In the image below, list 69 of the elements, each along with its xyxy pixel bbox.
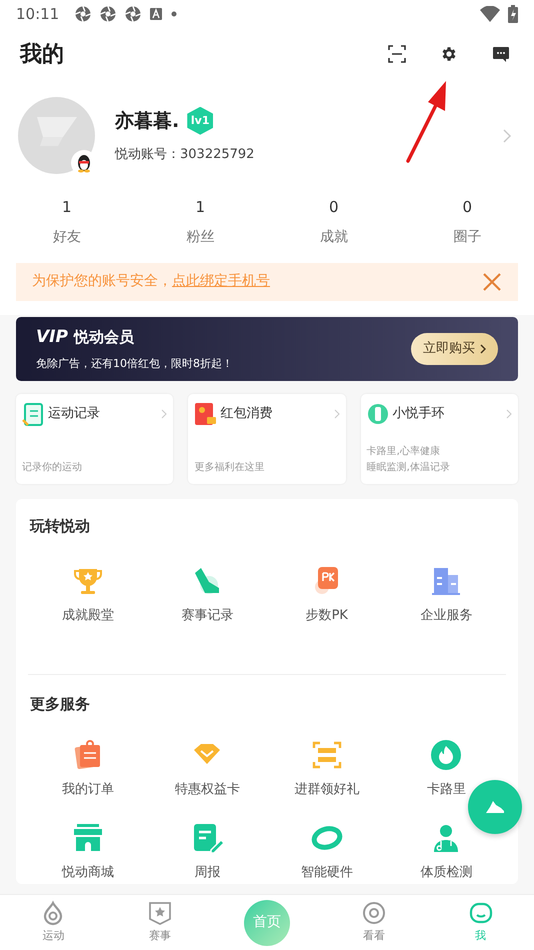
card-title: 运动记录 <box>48 404 100 423</box>
section-title: 更多服务 <box>29 694 91 714</box>
app-notification-icon <box>100 6 116 22</box>
wifi-icon <box>480 6 500 22</box>
stat-value[interactable]: 1 <box>195 196 206 218</box>
level-badge: lv1 <box>187 106 214 135</box>
close-icon[interactable] <box>482 272 502 292</box>
stat-value[interactable]: 1 <box>62 196 72 218</box>
vip-label: VIP <box>36 326 68 348</box>
service-label[interactable]: 赛事记录 <box>181 606 234 626</box>
service-label[interactable]: 进群领好礼 <box>294 780 360 800</box>
section-title: 玩转悦动 <box>28 516 91 536</box>
chevron-right-icon <box>161 408 168 418</box>
card-subtitle: 睡眠监测,体温记录 <box>366 460 451 474</box>
feature-card[interactable]: 红包消费 更多福利在这里 <box>188 394 346 484</box>
buy-now-button[interactable]: 立即购买 <box>411 332 498 364</box>
nav-tab[interactable]: 赛事 <box>106 895 214 950</box>
notice-text: 为保护您的账号安全，点此绑定手机号 <box>32 272 270 291</box>
service-label[interactable]: 特惠权益卡 <box>174 780 240 800</box>
service-label[interactable]: 卡路里 <box>426 780 466 800</box>
stat-value[interactable]: 0 <box>328 196 339 218</box>
service-label[interactable]: 成就殿堂 <box>62 606 114 626</box>
clipboard-icon <box>22 402 44 426</box>
card-subtitle: 更多福利在这里 <box>194 460 266 474</box>
page-title: 我的 <box>20 40 64 68</box>
service-label[interactable]: 智能硬件 <box>300 862 353 882</box>
stat-label[interactable]: 好友 <box>52 226 81 248</box>
nav-tab[interactable]: 运动 <box>0 895 107 950</box>
stat-label[interactable]: 粉丝 <box>186 226 214 248</box>
message-icon[interactable] <box>492 45 510 63</box>
card-title: 红包消费 <box>220 404 272 423</box>
band-icon <box>366 402 389 426</box>
service-label[interactable]: 我的订单 <box>62 780 114 800</box>
account-id: 303225792 <box>180 146 254 164</box>
nav-tab[interactable]: 看看 <box>320 895 428 950</box>
eye-icon <box>360 900 387 926</box>
service-label[interactable]: 企业服务 <box>420 606 472 626</box>
keyboard-icon <box>150 8 162 20</box>
app-notification-icon <box>75 6 92 22</box>
chevron-right-icon <box>506 408 512 418</box>
battery-icon <box>508 5 518 23</box>
app-notification-icon <box>125 6 142 22</box>
envelope-icon <box>194 402 216 426</box>
avatar[interactable] <box>18 97 95 174</box>
chevron-right-icon <box>480 344 486 354</box>
stat-label[interactable]: 成就 <box>320 226 348 248</box>
stat-value[interactable]: 0 <box>462 196 472 218</box>
badge-icon <box>147 900 174 926</box>
service-label[interactable]: 悦动商城 <box>62 862 114 882</box>
feature-card[interactable]: 小悦手环 卡路里,心率健康 睡眠监测,体温记录 <box>360 394 518 484</box>
feature-card[interactable]: 运动记录 记录你的运动 <box>16 394 174 484</box>
settings-icon[interactable] <box>440 45 458 63</box>
card-title: 小悦手环 <box>392 404 445 423</box>
vip-banner[interactable]: VIP 悦动会员 免除广告，还有10倍红包，限时8折起！ 立即购买 <box>16 316 518 380</box>
status-time: 10:11 <box>16 4 60 25</box>
dot-icon <box>171 11 178 17</box>
vip-subtitle: 免除广告，还有10倍红包，限时8折起！ <box>36 356 233 372</box>
stat-label[interactable]: 圈子 <box>453 226 482 248</box>
service-label[interactable]: 周报 <box>194 862 220 882</box>
account-label: 悦动账号： <box>115 146 180 164</box>
scan-icon[interactable] <box>388 45 406 63</box>
card-subtitle: 卡路里,心率健康 <box>366 444 441 458</box>
service-label[interactable]: 步数PK <box>306 606 348 626</box>
chevron-right-icon <box>334 408 340 418</box>
card-subtitle: 记录你的运动 <box>22 460 83 474</box>
service-label[interactable]: 体质检测 <box>420 862 472 882</box>
vip-title: 悦动会员 <box>74 327 134 348</box>
user-name: 亦暮暮. <box>115 108 180 134</box>
chevron-right-icon[interactable] <box>502 128 512 144</box>
